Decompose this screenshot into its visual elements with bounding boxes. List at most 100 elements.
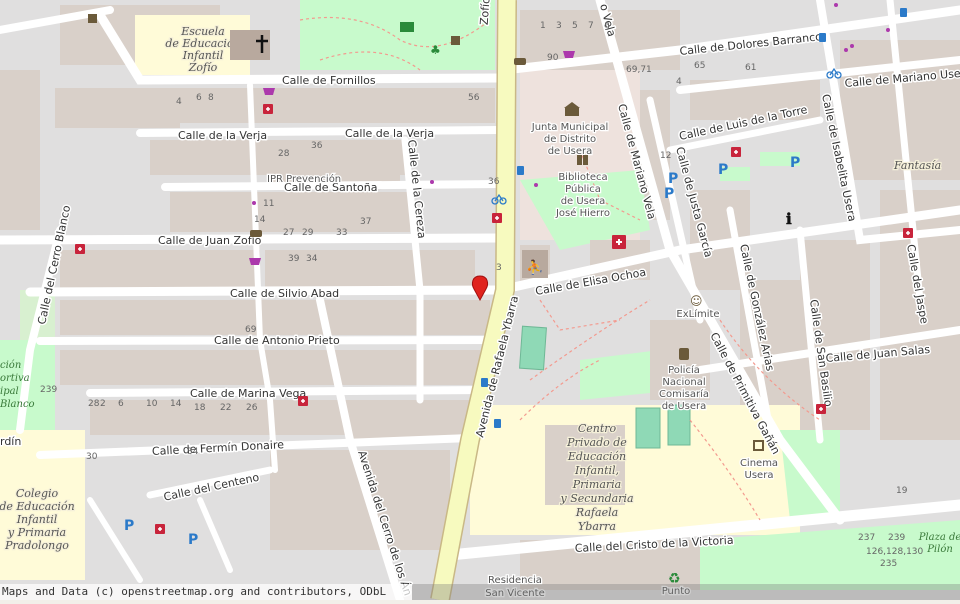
- poi-label-policia: de Usera: [662, 401, 707, 412]
- parking-icon: P: [188, 532, 198, 548]
- house-number: 26: [246, 403, 258, 413]
- house-number: 6: [196, 93, 202, 103]
- poi-label-biblioteca: Pública: [565, 183, 601, 195]
- poi-label-colegio: Pradolongo: [4, 539, 69, 552]
- shop-icon: [249, 258, 261, 265]
- poi-label-biblioteca: Biblioteca: [558, 172, 607, 183]
- street-label: Calle de Juan Zofío: [158, 234, 262, 247]
- map-svg[interactable]: Calle de Fornillos Calle de la Verja Cal…: [0, 0, 960, 600]
- street-label: Calle de Marina Vega: [190, 387, 306, 400]
- pharmacy-icon: [155, 524, 165, 534]
- poi-label-junta: de Distrito: [544, 134, 596, 145]
- poi-label-colegio: de Educación: [0, 500, 75, 513]
- house-number: 30: [86, 452, 98, 462]
- shop-icon: [563, 51, 575, 58]
- house-number: 1: [540, 21, 546, 31]
- poi-label-centro: y Secundaria: [559, 492, 633, 505]
- pharmacy-icon: [492, 213, 502, 223]
- poi-label-colegio: y Primaria: [7, 526, 66, 539]
- house-number: 65: [694, 61, 705, 71]
- house-number: 36: [311, 141, 323, 151]
- bank-icon: [514, 58, 526, 65]
- house-number: 3: [496, 263, 502, 273]
- bus-stop-icon: [900, 8, 907, 17]
- poi-label-centro: Primaria: [572, 478, 622, 491]
- house-number: 39: [288, 254, 300, 264]
- poi-label-park-left: ipal: [0, 386, 19, 397]
- house-number: 69,71: [626, 65, 652, 75]
- street-label: Zofío: [478, 0, 493, 25]
- poi-label-biblioteca: de Usera: [561, 196, 606, 207]
- house-number: 29: [302, 228, 314, 238]
- house-number: 10: [146, 399, 158, 409]
- map-attribution: Maps and Data (c) openstreetmap.org and …: [0, 584, 412, 600]
- street-label: Calle de Silvio Abad: [230, 287, 339, 300]
- poi-label-centro: Infantil,: [574, 464, 619, 477]
- attribution-bar-right: [412, 584, 960, 600]
- poi-label-centro: Ybarra: [578, 520, 616, 533]
- poi-label-ipr: IPR Prevención: [267, 173, 341, 185]
- house-number: 12: [660, 151, 671, 161]
- house-number: 22: [220, 403, 231, 413]
- house-number: 56: [468, 93, 480, 103]
- house-number: 126,128,130: [866, 547, 924, 557]
- poi-label-exlimite: ExLímite: [676, 308, 719, 320]
- house-number: 27: [283, 228, 294, 238]
- house-number: 237: [858, 533, 875, 543]
- poi-label-centro: Rafaela: [575, 506, 618, 519]
- park-zofio: [300, 0, 495, 70]
- poi-label-cinema: Cinema: [740, 458, 778, 469]
- poi-label-colegio: Infantil: [16, 513, 58, 526]
- playground-icon: ♣: [430, 43, 441, 57]
- pharmacy-icon: [731, 147, 741, 157]
- poi-label-plaza: Pilón: [926, 544, 953, 555]
- house-number: 33: [336, 228, 347, 238]
- bank-icon: [250, 230, 262, 237]
- poi-label-policia: Comisaría: [659, 388, 709, 400]
- house-number: 239: [888, 533, 905, 543]
- pharmacy-icon: [816, 404, 826, 414]
- cinema-icon: [753, 440, 764, 451]
- poi-label-park-left: ción: [0, 360, 21, 371]
- house-number: 34: [306, 254, 318, 264]
- parking-icon: P: [790, 155, 800, 171]
- pharmacy-icon: [263, 104, 273, 114]
- house-number: 28: [278, 149, 290, 159]
- poi-label-park-left: ortiva: [0, 373, 30, 384]
- house-number: 7: [588, 21, 594, 31]
- parking-icon: P: [718, 162, 728, 178]
- shop-icon: [263, 88, 275, 95]
- house-number: 37: [360, 217, 371, 227]
- poi-label-biblioteca: José Hierro: [555, 207, 610, 219]
- pharmacy-icon: [298, 396, 308, 406]
- poi-label-colegio: Colegio: [16, 487, 59, 500]
- house-number: 34: [187, 447, 199, 457]
- picnic-icon: [400, 22, 414, 32]
- house-number: 19: [896, 486, 908, 496]
- parking-icon: P: [668, 171, 678, 187]
- street-label: Calle de Antonio Prieto: [214, 334, 340, 347]
- poi-label-junta: Junta Municipal: [531, 122, 608, 133]
- street-label: Calle de Fornillos: [282, 74, 376, 87]
- poi-label-escuela: Zofío: [188, 61, 218, 74]
- svg-text:⛹: ⛹: [526, 258, 543, 276]
- map-canvas[interactable]: Calle de Fornillos Calle de la Verja Cal…: [0, 0, 960, 600]
- house-number: 3: [556, 21, 562, 31]
- house-number: 28: [88, 399, 100, 409]
- house-number: 6: [118, 399, 124, 409]
- house-number: 61: [745, 63, 756, 73]
- street-label: Calle de la Verja: [345, 127, 434, 140]
- info-icon: ℹ: [786, 210, 792, 228]
- house-number: 8: [208, 93, 214, 103]
- house-number: 18: [194, 403, 206, 413]
- bus-stop-icon: [517, 166, 524, 175]
- poi-label-centro: Centro: [578, 422, 617, 435]
- cafe-icon: [451, 36, 460, 45]
- house-number: 2: [100, 399, 106, 409]
- bus-stop-icon: [481, 378, 488, 387]
- poi-label-policia: Nacional: [662, 377, 705, 388]
- poi-label-centro: Privado de: [566, 436, 627, 449]
- house-number: 4: [176, 97, 182, 107]
- street-label: Calle de la Verja: [178, 129, 267, 142]
- house-number: 90: [547, 53, 559, 63]
